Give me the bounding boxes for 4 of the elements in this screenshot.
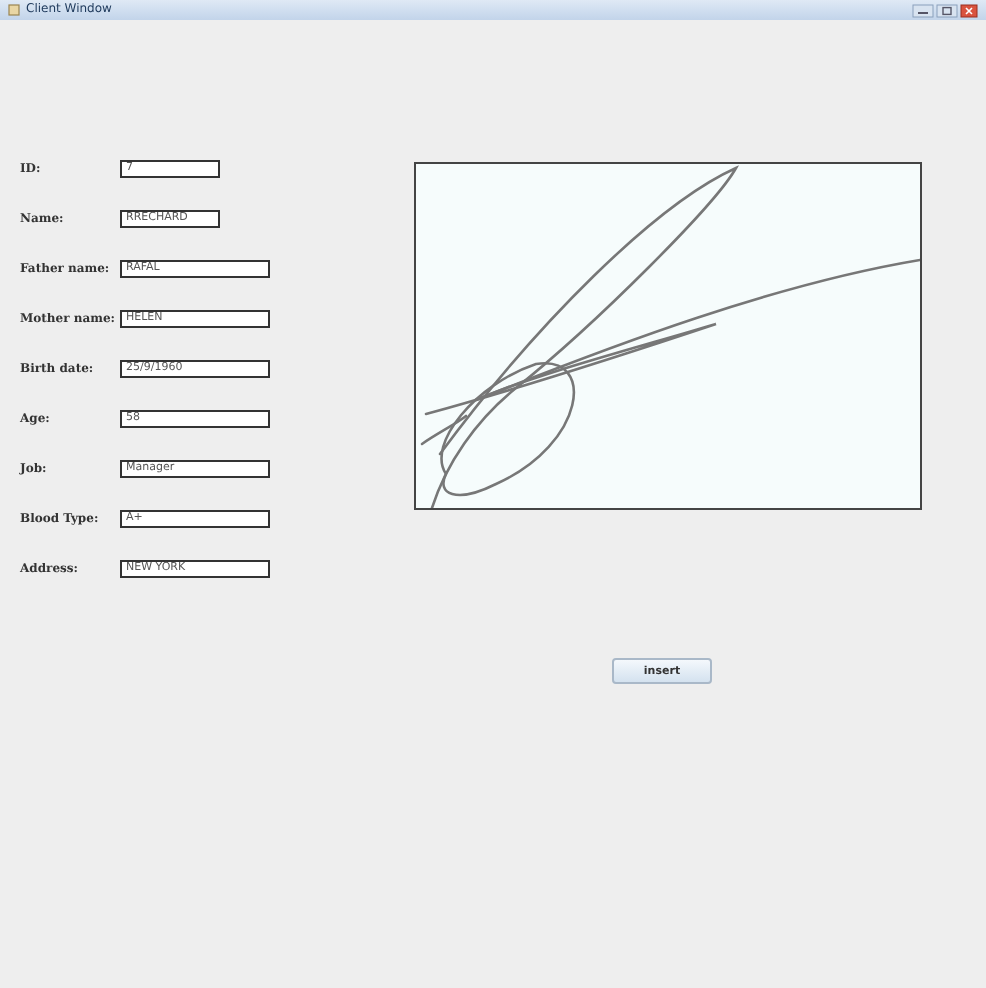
- minimize-icon[interactable]: [912, 3, 934, 17]
- app-icon: [8, 4, 20, 16]
- close-icon[interactable]: [960, 3, 978, 17]
- maximize-icon[interactable]: [936, 3, 958, 17]
